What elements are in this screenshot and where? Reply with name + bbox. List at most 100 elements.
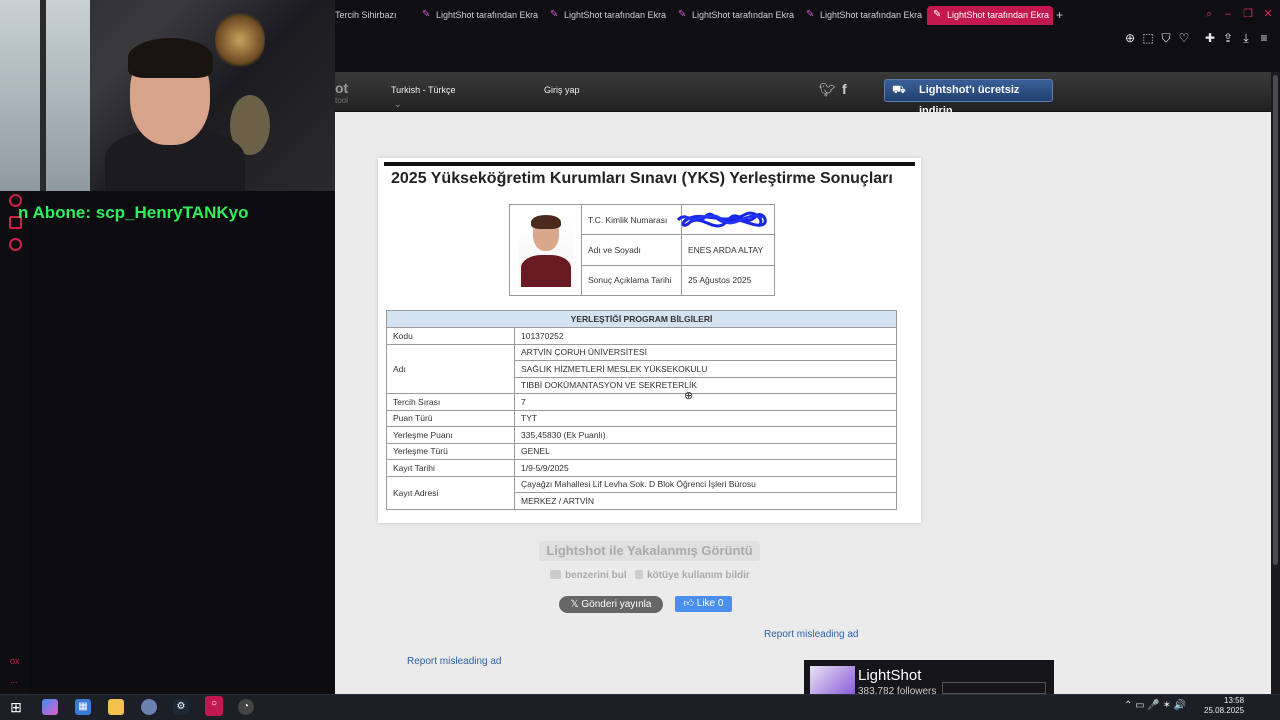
download-cloud-icon: ⛟ — [892, 84, 906, 96]
app-icon[interactable] — [141, 699, 157, 715]
redaction-scribble — [676, 211, 767, 228]
chevron-down-icon: ⌄ — [394, 99, 402, 109]
lightshot-page-thumbnail — [810, 666, 855, 694]
windows-start-icon[interactable]: ⊞ — [8, 699, 24, 715]
row-value: 101370252 — [514, 327, 897, 345]
obs-icon[interactable]: ◔ — [238, 699, 254, 715]
taskbar-clock[interactable]: 13:58 25.08.2025 — [1204, 696, 1244, 716]
camera-icon — [550, 570, 561, 579]
shield-icon[interactable]: ⛉ — [1159, 31, 1173, 45]
share-icon[interactable]: ⇪ — [1221, 31, 1235, 45]
row-label: Puan Türü — [386, 409, 515, 427]
zoom-icon[interactable]: ⊕ — [1123, 31, 1137, 45]
feather-icon: ✎ — [933, 9, 942, 20]
tab-tercih[interactable]: Tercih Sihirbazı — [335, 6, 415, 25]
find-similar-link[interactable]: benzerini bul — [550, 570, 627, 581]
tweet-button[interactable]: 𝕏 Gönderi yayınla — [559, 596, 663, 613]
feather-icon: ✎ — [678, 9, 687, 20]
lightshot-logo-sub: tool — [335, 96, 348, 105]
search-icon[interactable]: ⌕ — [1203, 8, 1215, 20]
program-header: YERLEŞTİĞİ PROGRAM BİLGİLERİ — [386, 310, 897, 328]
tab-lightshot-1[interactable]: ✎ LightShot tarafından Ekra — [416, 6, 538, 25]
tab-label: LightShot tarafından Ekra — [947, 10, 1050, 20]
row-label: Tercih Sırası — [386, 393, 515, 411]
steam-icon[interactable]: ⚙ — [173, 699, 189, 715]
tab-label: LightShot tarafından Ekra — [692, 10, 794, 20]
stream-sidebar: ox ... — [0, 191, 30, 694]
subscriber-alert: n Abone: scp_HenryTANKyo — [18, 203, 249, 222]
minimize-icon[interactable]: – — [1222, 8, 1234, 20]
tab-lightshot-3[interactable]: ✎ LightShot tarafından Ekra — [672, 6, 794, 25]
report-misleading-ad-link[interactable]: Report misleading ad — [407, 656, 502, 667]
tab-lightshot-4[interactable]: ✎ LightShot tarafından Ekra — [800, 6, 922, 25]
find-similar-label: benzerini bul — [565, 570, 627, 581]
sidebar-footer-dots: ... — [10, 675, 18, 685]
row-label: Yerleşme Türü — [386, 442, 515, 460]
flag-icon — [635, 570, 643, 579]
facebook-like-button[interactable]: 👍︎ Like 0 — [675, 596, 732, 612]
row-value: SAĞLIK HİZMETLERİ MESLEK YÜKSEKOKULU — [514, 360, 897, 378]
language-select[interactable]: Turkish - Türkçe ⌄ — [388, 83, 464, 109]
clock-time: 13:58 — [1224, 696, 1245, 705]
stream-overlay-area — [30, 191, 335, 694]
tweet-label: Gönderi yayınla — [581, 599, 652, 610]
tab-lightshot-active[interactable]: ✎ LightShot tarafından Ekra — [927, 6, 1053, 25]
facebook-icon[interactable]: f — [842, 81, 847, 97]
webcam-overlay — [0, 0, 335, 191]
heart-icon[interactable]: ♡ — [1177, 31, 1191, 45]
lightshot-header — [335, 72, 1271, 112]
close-icon[interactable]: ✕ — [1262, 8, 1274, 20]
report-abuse-link[interactable]: kötüye kullanım bildir — [635, 570, 750, 581]
name-value: ENES ARDA ALTAY — [681, 234, 775, 266]
settings-icon[interactable] — [9, 238, 22, 251]
clock-date: 25.08.2025 — [1204, 706, 1245, 715]
fb-follow-button[interactable] — [942, 682, 1046, 694]
caption-label: Lightshot ile Yakalanmış Görüntü — [539, 541, 760, 561]
screenshot-icon[interactable]: ⬚ — [1141, 31, 1155, 45]
row-value: 7 — [514, 393, 897, 411]
report-misleading-ad-link[interactable]: Report misleading ad — [764, 629, 859, 640]
row-label: Kodu — [386, 327, 515, 345]
lightshot-logo[interactable]: ot — [335, 80, 348, 96]
result-top-bar — [384, 162, 915, 166]
login-link[interactable]: Giriş yap — [544, 83, 580, 97]
language-label: Turkish - Türkçe — [391, 85, 456, 95]
scrollbar-thumb[interactable] — [1273, 75, 1278, 565]
opera-gx-icon[interactable]: ○ — [205, 696, 223, 716]
row-value: MERKEZ / ARTVİN — [514, 492, 897, 510]
twitter-icon[interactable]: 🐦︎ — [819, 82, 836, 98]
system-tray[interactable]: ⌃ ▭ 🎤 ✶ 🔊 — [1124, 700, 1186, 711]
row-label: Kayıt Tarihi — [386, 459, 515, 477]
maximize-icon[interactable]: ❐ — [1242, 8, 1254, 20]
row-label: Yerleşme Puanı — [386, 426, 515, 444]
fb-page-name[interactable]: LightShot — [858, 667, 921, 684]
download-lightshot-button[interactable]: Lightshot'ı ücretsiz indirin — [884, 79, 1053, 117]
result-title: 2025 Yükseköğretim Kurumları Sınavı (YKS… — [391, 170, 893, 187]
row-value: TIBBİ DOKÜMANTASYON VE SEKRETERLİK — [514, 376, 897, 394]
calculator-icon[interactable]: ▦ — [75, 699, 91, 715]
background-window — [0, 0, 90, 191]
extensions-icon[interactable]: ✚ — [1203, 31, 1217, 45]
x-logo-icon: 𝕏 — [570, 599, 582, 610]
tab-lightshot-2[interactable]: ✎ LightShot tarafından Ekra — [544, 6, 666, 25]
copilot-icon[interactable] — [42, 699, 58, 715]
zoom-cursor-icon: ⊕ — [684, 390, 694, 402]
report-abuse-label: kötüye kullanım bildir — [647, 570, 750, 581]
row-label: Kayıt Adresi — [386, 475, 515, 510]
browser-toolbar — [335, 30, 1280, 72]
new-tab-button[interactable]: + — [1056, 8, 1063, 22]
menu-icon[interactable]: ≡ — [1257, 31, 1271, 45]
date-label: Sonuç Açıklama Tarihi — [581, 264, 682, 297]
file-explorer-icon[interactable] — [108, 699, 124, 715]
tab-label: LightShot tarafından Ekra — [564, 10, 666, 20]
date-value: 25 Ağustos 2025 — [681, 264, 775, 297]
student-photo — [509, 204, 582, 296]
download-icon[interactable]: ⤓ — [1239, 31, 1253, 45]
row-value: ARTVİN ÇORUH ÜNİVERSİTESİ — [514, 343, 897, 361]
sidebar-footer-text: ox — [10, 656, 20, 666]
thumbs-up-icon: 👍︎ — [683, 598, 697, 609]
row-value: TYT — [514, 409, 897, 427]
program-info-table: YERLEŞTİĞİ PROGRAM BİLGİLERİ Kodu 1013702… — [386, 310, 897, 510]
row-value: 1/9-5/9/2025 — [514, 459, 897, 477]
row-value: GENEL — [514, 442, 897, 460]
